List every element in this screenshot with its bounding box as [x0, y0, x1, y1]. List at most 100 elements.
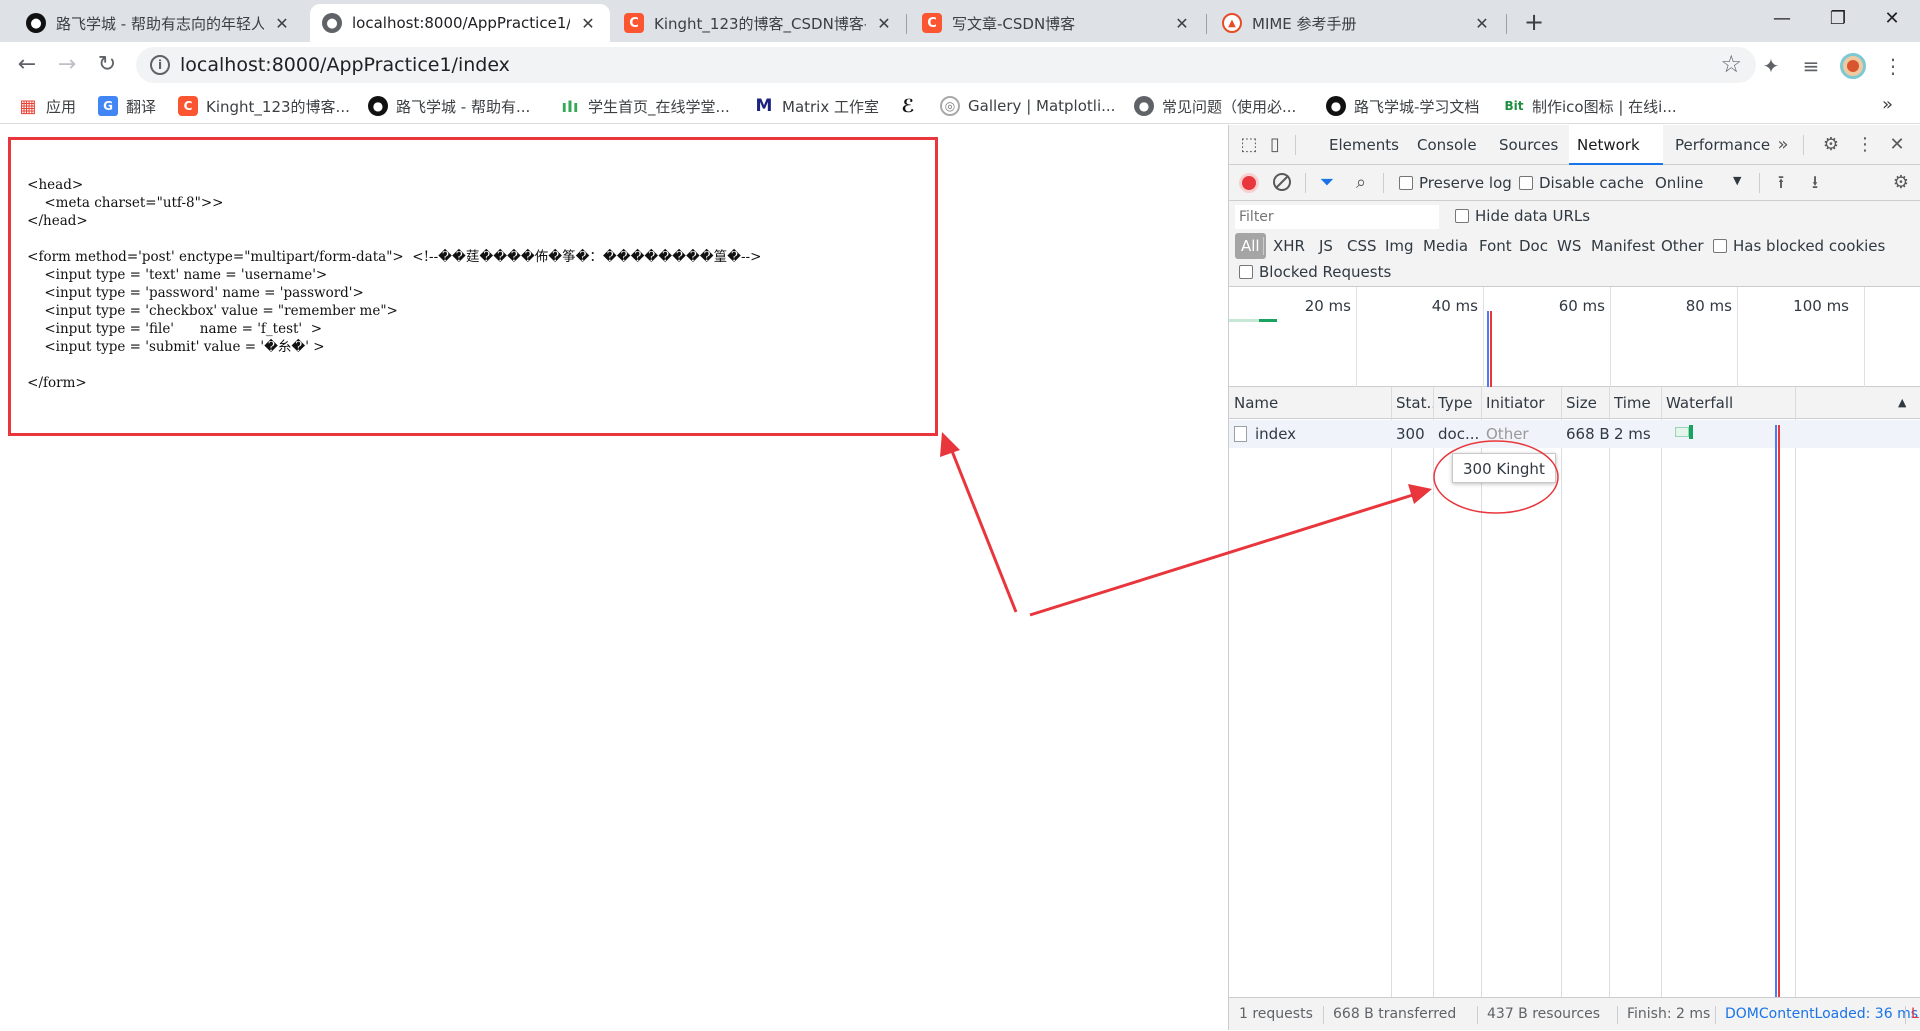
- type-filter-other[interactable]: Other: [1657, 233, 1708, 259]
- hide-data-urls-checkbox[interactable]: Hide data URLs: [1455, 207, 1590, 225]
- browser-tab-mime[interactable]: ▲ MIME 参考手册 ✕: [1210, 4, 1504, 42]
- type-filter-css[interactable]: CSS: [1343, 233, 1381, 259]
- filter-funnel-icon[interactable]: ⏷: [1315, 171, 1339, 195]
- type-filter-manifest[interactable]: Manifest: [1587, 233, 1659, 259]
- preserve-log-checkbox[interactable]: Preserve log: [1399, 174, 1512, 192]
- tab-performance[interactable]: Performance: [1667, 125, 1778, 165]
- bookmark-kinght-blog[interactable]: C Kinght_123的博客...: [178, 94, 350, 118]
- checkbox[interactable]: [1455, 209, 1469, 223]
- site-info-icon[interactable]: i: [150, 55, 170, 75]
- reload-icon[interactable]: ↻: [92, 50, 122, 80]
- bookmark-translate[interactable]: G 翻译: [98, 94, 156, 118]
- network-settings-gear-icon[interactable]: ⚙: [1889, 171, 1913, 195]
- tab-sources[interactable]: Sources: [1491, 125, 1566, 165]
- bookmark-ico-maker[interactable]: Bit 制作ico图标 | 在线i...: [1504, 94, 1677, 118]
- bookmark-label: Gallery | Matplotli...: [968, 97, 1116, 115]
- tab-close-icon[interactable]: ✕: [1172, 14, 1192, 33]
- type-filter-font[interactable]: Font: [1475, 233, 1516, 259]
- type-filter-img[interactable]: Img: [1381, 233, 1418, 259]
- bookmark-label: Matrix 工作室: [782, 97, 879, 116]
- new-tab-button[interactable]: +: [1518, 6, 1550, 38]
- column-status[interactable]: Stat...: [1391, 387, 1433, 419]
- minimize-button[interactable]: —: [1754, 0, 1810, 38]
- browser-tab-localhost[interactable]: ● localhost:8000/AppPractice1/in ✕: [310, 4, 610, 42]
- bookmark-apps[interactable]: ▦ 应用: [18, 94, 76, 118]
- type-filter-ws[interactable]: WS: [1553, 233, 1585, 259]
- extensions-puzzle-icon[interactable]: ✦: [1758, 53, 1784, 79]
- bookmarks-overflow-icon[interactable]: »: [1882, 94, 1893, 115]
- tab-console[interactable]: Console: [1409, 125, 1485, 165]
- has-blocked-cookies-checkbox[interactable]: Has blocked cookies: [1713, 237, 1885, 255]
- browser-tab-csdn-blog[interactable]: C Kinght_123的博客_CSDN博客-P ✕: [612, 4, 906, 42]
- tab-close-icon[interactable]: ✕: [578, 14, 598, 33]
- checkbox[interactable]: [1519, 176, 1533, 190]
- window-close-button[interactable]: ✕: [1864, 0, 1920, 38]
- status-dom-content-loaded: DOMContentLoaded: 36 ms: [1725, 1006, 1919, 1022]
- bookmark-star-icon[interactable]: ☆: [1720, 50, 1742, 78]
- column-time[interactable]: Time: [1609, 387, 1661, 419]
- bookmark-lufei[interactable]: ● 路飞学城 - 帮助有...: [368, 94, 530, 118]
- type-filter-js[interactable]: JS: [1315, 233, 1337, 259]
- type-filter-xhr[interactable]: XHR: [1269, 233, 1309, 259]
- request-row[interactable]: index 300 doc... Other 668 B 2 ms: [1229, 420, 1920, 448]
- load-event-line: [1778, 425, 1780, 997]
- bookmark-lufei-docs[interactable]: ● 路飞学城-学习文档: [1326, 94, 1479, 118]
- bookmark-matplotlib-gallery[interactable]: ◎ Gallery | Matplotli...: [940, 94, 1115, 118]
- profile-avatar[interactable]: [1840, 53, 1866, 79]
- column-type[interactable]: Type: [1433, 387, 1481, 419]
- browser-tab-lufei[interactable]: ● 路飞学城 - 帮助有志向的年轻人 ✕: [14, 4, 304, 42]
- forward-arrow-icon[interactable]: →: [52, 50, 82, 80]
- tab-strip: ● 路飞学城 - 帮助有志向的年轻人 ✕ ● localhost:8000/Ap…: [0, 0, 1920, 42]
- tab-close-icon[interactable]: ✕: [874, 14, 894, 33]
- search-icon[interactable]: ⌕: [1349, 171, 1373, 195]
- column-size[interactable]: Size: [1561, 387, 1609, 419]
- type-filter-all[interactable]: All: [1235, 233, 1266, 259]
- bookmark-faq[interactable]: ● 常见问题（使用必...: [1134, 94, 1296, 118]
- disable-cache-checkbox[interactable]: Disable cache: [1519, 174, 1644, 192]
- export-har-icon[interactable]: ⭳: [1803, 171, 1827, 195]
- chrome-menu-icon[interactable]: ⋮: [1880, 53, 1906, 79]
- checkbox[interactable]: [1239, 265, 1253, 279]
- throttle-select[interactable]: Online: [1655, 174, 1703, 192]
- column-initiator[interactable]: Initiator: [1481, 387, 1561, 419]
- timeline-tick-label: 80 ms: [1685, 297, 1732, 315]
- request-name-cell[interactable]: index: [1229, 420, 1391, 448]
- back-arrow-icon[interactable]: ←: [12, 50, 42, 80]
- more-tabs-icon[interactable]: »: [1771, 133, 1795, 157]
- tab-network[interactable]: Network: [1569, 125, 1663, 165]
- bookmark-student-home[interactable]: ıIı 学生首页_在线学堂...: [560, 94, 730, 118]
- devtools-close-icon[interactable]: ✕: [1885, 133, 1909, 157]
- network-overview-timeline[interactable]: 20 ms 40 ms 60 ms 80 ms 100 ms: [1229, 287, 1920, 387]
- import-har-icon[interactable]: ⭱: [1769, 171, 1793, 195]
- address-bar[interactable]: i localhost:8000/AppPractice1/index ☆: [136, 47, 1756, 83]
- column-waterfall[interactable]: Waterfall: [1661, 387, 1861, 419]
- tab-close-icon[interactable]: ✕: [1472, 14, 1492, 33]
- checkbox[interactable]: [1713, 239, 1727, 253]
- annotation-highlight-box: [8, 137, 938, 436]
- checkbox[interactable]: [1399, 176, 1413, 190]
- bookmark-fire[interactable]: ℰ: [898, 94, 926, 118]
- sort-arrow-icon[interactable]: ▲: [1893, 387, 1906, 419]
- type-filter-doc[interactable]: Doc: [1515, 233, 1552, 259]
- tab-close-icon[interactable]: ✕: [272, 14, 292, 33]
- tab-elements[interactable]: Elements: [1321, 125, 1407, 165]
- bookmark-label: Kinght_123的博客...: [206, 97, 350, 116]
- filter-bar: Hide data URLs All XHR JS CSS Img Media …: [1229, 201, 1920, 287]
- device-toolbar-icon[interactable]: ▯: [1263, 133, 1287, 157]
- browser-tab-csdn-write[interactable]: C 写文章-CSDN博客 ✕: [910, 4, 1204, 42]
- reading-list-icon[interactable]: ≡: [1798, 53, 1824, 79]
- tab-separator: [906, 14, 907, 34]
- restore-button[interactable]: ❐: [1810, 0, 1866, 38]
- filter-input[interactable]: [1235, 205, 1439, 229]
- dropdown-arrow-icon[interactable]: ▼: [1733, 174, 1741, 187]
- url-text[interactable]: localhost:8000/AppPractice1/index: [180, 54, 510, 76]
- type-filter-media[interactable]: Media: [1419, 233, 1472, 259]
- devtools-menu-icon[interactable]: ⋮: [1853, 133, 1877, 157]
- inspect-element-icon[interactable]: ⬚: [1237, 133, 1261, 157]
- bookmark-matrix[interactable]: M Matrix 工作室: [754, 94, 879, 118]
- blocked-requests-checkbox[interactable]: Blocked Requests: [1239, 263, 1391, 281]
- clear-icon[interactable]: [1273, 173, 1291, 191]
- settings-gear-icon[interactable]: ⚙: [1819, 133, 1843, 157]
- column-name[interactable]: Name: [1229, 387, 1391, 419]
- record-icon[interactable]: [1239, 173, 1259, 193]
